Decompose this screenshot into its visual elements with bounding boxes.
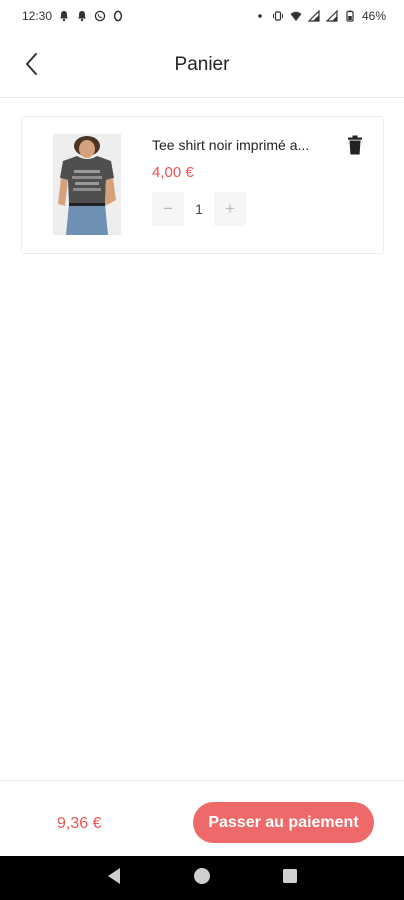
trash-icon xyxy=(347,135,363,160)
quantity-stepper: − 1 + xyxy=(152,192,246,226)
bell-icon xyxy=(76,10,88,22)
nav-back-button[interactable] xyxy=(102,866,126,890)
delete-item-button[interactable] xyxy=(343,135,367,159)
battery-icon xyxy=(344,10,356,22)
home-circle-icon xyxy=(193,867,211,890)
decrease-quantity-button[interactable]: − xyxy=(152,192,184,226)
status-time: 12:30 xyxy=(22,9,53,23)
whatsapp-icon xyxy=(94,10,106,22)
increase-quantity-button[interactable]: + xyxy=(214,192,246,226)
recents-square-icon xyxy=(282,868,298,889)
checkout-button[interactable]: Passer au paiement xyxy=(193,802,374,843)
cart-total: 9,36 € xyxy=(57,815,102,832)
wifi-icon xyxy=(290,10,302,22)
status-bar-left: 12:30 xyxy=(22,9,124,23)
page-title: Panier xyxy=(174,54,230,75)
back-triangle-icon xyxy=(106,867,122,890)
vibrate-icon xyxy=(272,10,284,22)
signal-icon xyxy=(325,10,338,22)
bell-icon xyxy=(58,10,70,22)
nav-recents-button[interactable] xyxy=(278,866,302,890)
product-image[interactable] xyxy=(53,134,121,235)
cart-item-card: Tee shirt noir imprimé a... 4,00 € − 1 + xyxy=(21,116,384,254)
system-navigation-bar xyxy=(0,856,404,900)
battery-percentage: 46% xyxy=(361,9,386,23)
status-bar: 12:30 46% xyxy=(0,0,404,32)
signal-icon xyxy=(307,10,320,22)
dot-icon xyxy=(254,10,266,22)
o-app-icon xyxy=(112,10,124,22)
quantity-value: 1 xyxy=(195,201,203,217)
app-header: Panier xyxy=(0,32,404,98)
product-price: 4,00 € xyxy=(152,164,194,181)
product-name[interactable]: Tee shirt noir imprimé a... xyxy=(152,137,342,153)
status-bar-right: 46% xyxy=(254,9,386,23)
checkout-bar: 9,36 € Passer au paiement xyxy=(0,780,404,856)
nav-home-button[interactable] xyxy=(190,866,214,890)
